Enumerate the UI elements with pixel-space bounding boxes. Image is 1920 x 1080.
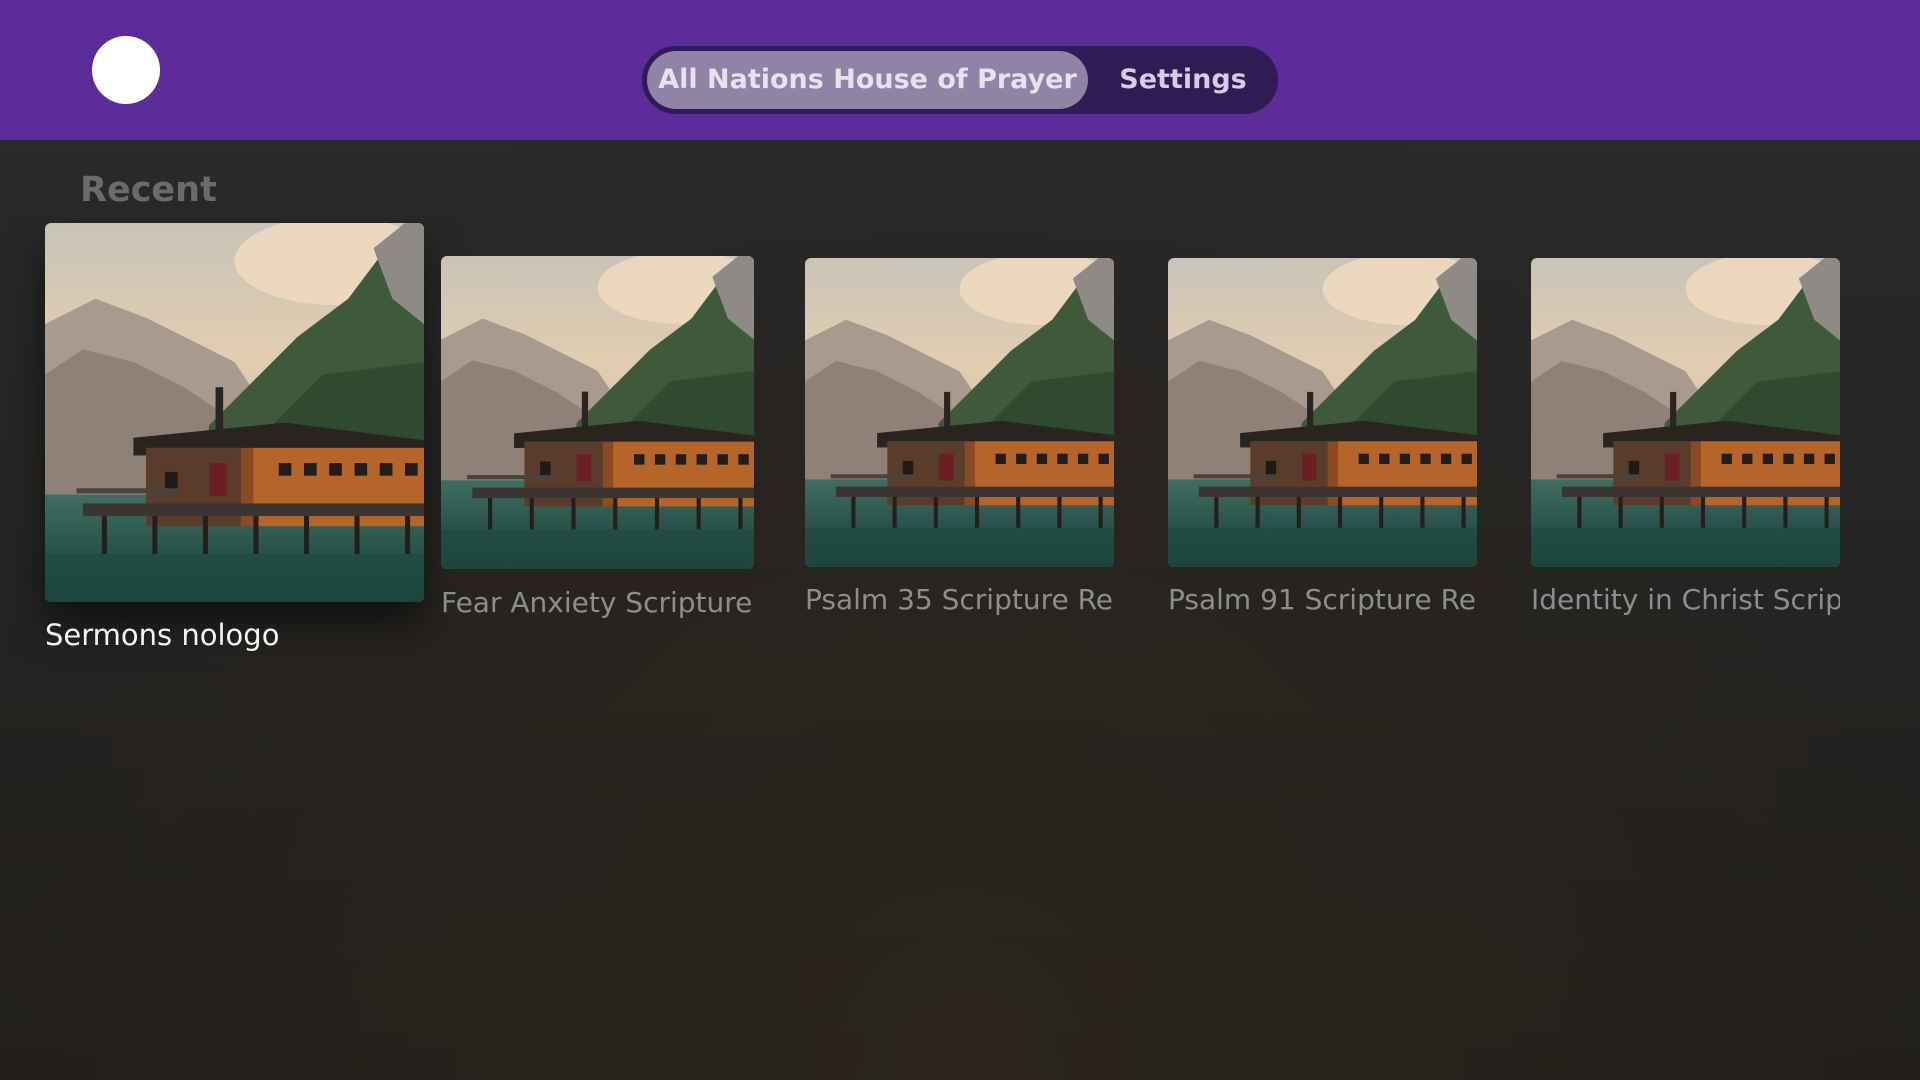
thumbnail-image (1531, 258, 1840, 567)
tab-bar: All Nations House of Prayer Settings (642, 46, 1278, 114)
section-title-recent: Recent (80, 170, 217, 210)
media-title: Fear Anxiety Scripture Reading (441, 586, 754, 619)
profile-avatar[interactable] (92, 36, 160, 104)
top-bar: All Nations House of Prayer Settings (0, 0, 1920, 140)
media-title: Sermons nologo (45, 618, 280, 652)
media-title: Psalm 91 Scripture Reading (1168, 583, 1477, 616)
thumbnail-image (1168, 258, 1477, 567)
media-title: Identity in Christ Scripture Reading (1531, 583, 1840, 616)
media-title: Psalm 35 Scripture Reading (805, 583, 1114, 616)
tab-all-nations-house-of-prayer[interactable]: All Nations House of Prayer (647, 51, 1088, 109)
tab-settings[interactable]: Settings (1098, 51, 1268, 109)
thumbnail-image (441, 256, 754, 569)
thumbnail-image (45, 223, 424, 602)
thumbnail-image (805, 258, 1114, 567)
